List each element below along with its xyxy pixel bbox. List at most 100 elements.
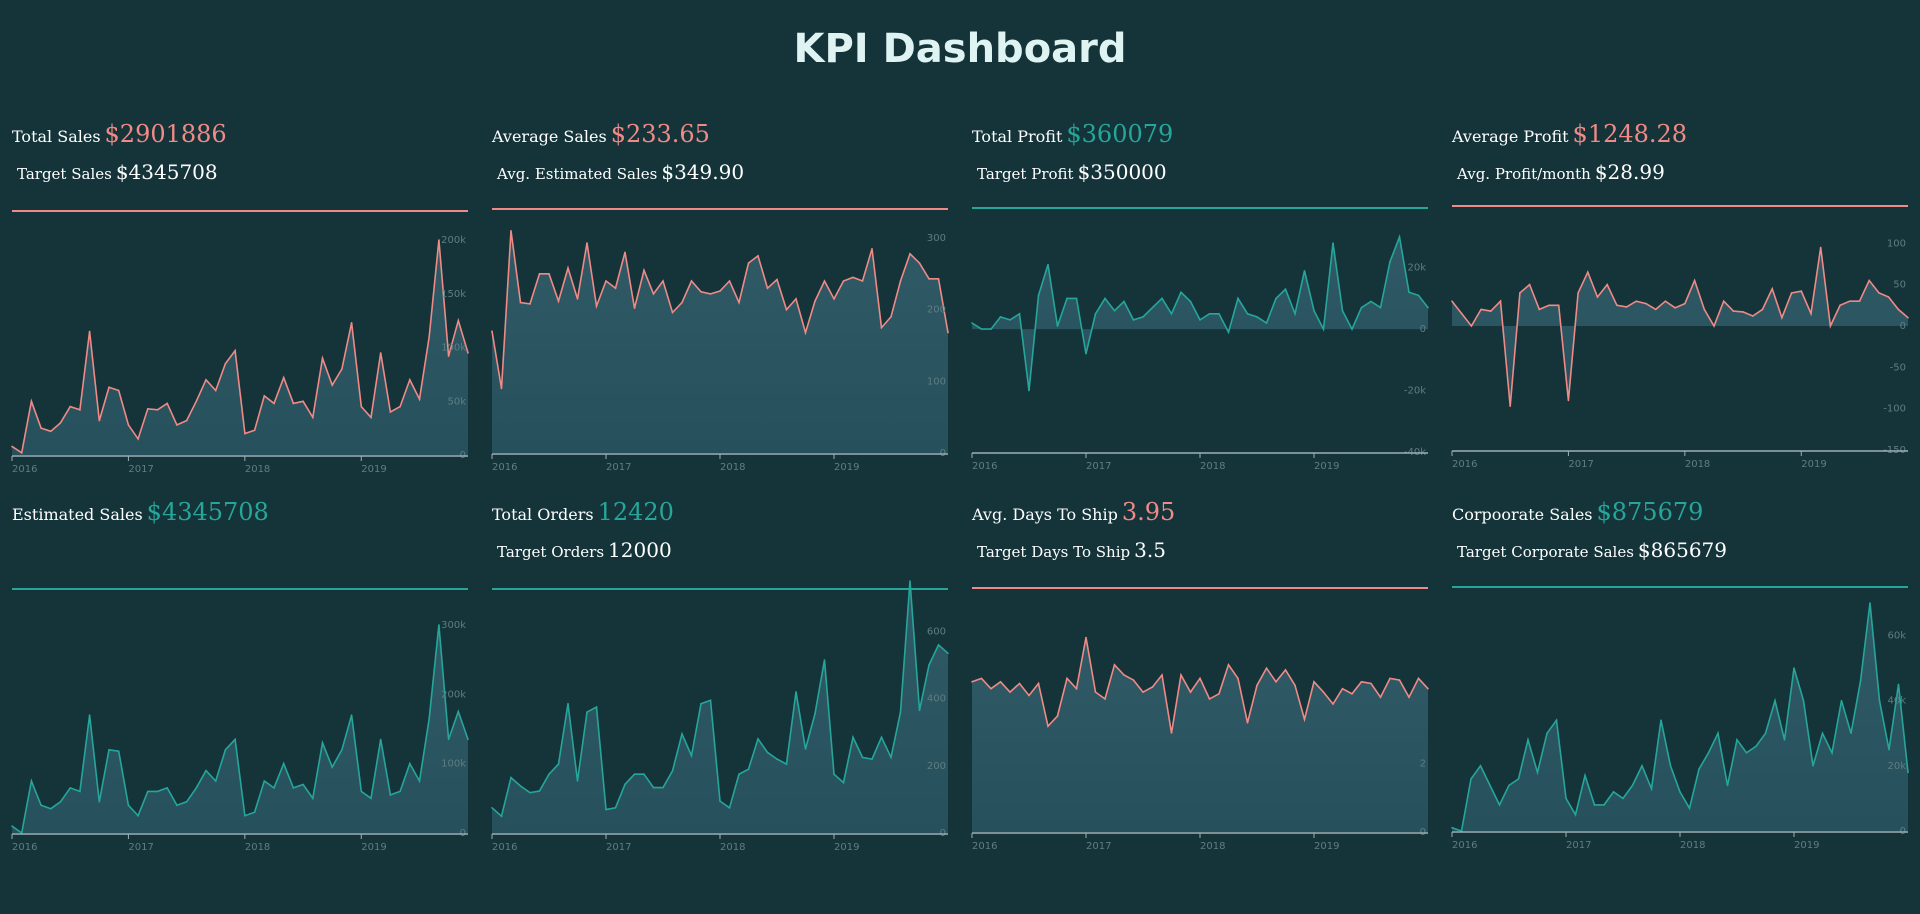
data-point — [538, 273, 541, 275]
data-point — [234, 738, 236, 741]
data-point — [1742, 311, 1744, 313]
data-point — [302, 400, 304, 403]
data-point — [510, 230, 512, 232]
data-point — [127, 424, 130, 426]
data-point — [1332, 703, 1334, 705]
data-point — [1389, 677, 1391, 680]
data-point — [176, 804, 178, 807]
data-point — [1878, 699, 1881, 702]
data-point — [999, 681, 1002, 683]
data-point — [861, 756, 864, 759]
area-chart: 020k40k60k2016201720182019 — [1451, 602, 1909, 851]
x-tick-label: 2017 — [1568, 459, 1593, 470]
data-point — [1066, 297, 1068, 300]
data-point — [370, 416, 372, 419]
data-point — [1246, 313, 1249, 315]
data-point — [1322, 691, 1325, 693]
data-point — [1451, 300, 1453, 302]
data-point — [1189, 300, 1192, 303]
data-point — [605, 280, 607, 282]
data-point — [823, 659, 826, 661]
data-point — [1322, 328, 1325, 330]
data-point — [428, 717, 431, 720]
data-point — [1037, 294, 1040, 297]
x-tick-label: 2019 — [1314, 841, 1339, 852]
data-point — [1451, 826, 1453, 829]
data-point — [700, 702, 702, 705]
x-tick-label: 2017 — [1566, 840, 1591, 851]
data-point — [990, 328, 992, 330]
data-point — [1698, 768, 1700, 770]
data-point — [1351, 693, 1353, 695]
data-point — [785, 308, 788, 311]
data-point — [1669, 765, 1672, 767]
data-point — [1650, 787, 1653, 790]
data-point — [567, 267, 569, 269]
data-point — [947, 652, 949, 655]
data-point — [529, 791, 531, 794]
x-tick-label: 2017 — [1086, 841, 1111, 852]
kpi-divider — [492, 208, 948, 210]
data-point — [98, 801, 101, 803]
data-point — [971, 681, 973, 683]
data-point — [1781, 316, 1783, 319]
data-point — [757, 738, 759, 740]
kpi-target-label: Target Days To Ship — [977, 543, 1131, 561]
data-point — [1151, 306, 1154, 309]
data-point — [1313, 681, 1315, 683]
kpi-target-value: 12000 — [608, 538, 672, 562]
data-point — [1351, 328, 1353, 330]
data-point — [418, 398, 421, 400]
data-point — [360, 405, 363, 408]
series-area — [12, 624, 468, 833]
data-point — [30, 400, 33, 403]
data-point — [709, 699, 712, 702]
data-point — [880, 736, 883, 739]
data-point — [1622, 797, 1624, 800]
kpi-target-value: $865679 — [1637, 538, 1727, 562]
data-point — [1284, 669, 1287, 671]
data-point — [379, 738, 382, 741]
x-tick-label: 2019 — [1314, 461, 1339, 472]
data-point — [263, 395, 266, 397]
data-point — [1370, 682, 1372, 685]
data-point — [20, 452, 23, 454]
data-point — [50, 807, 52, 810]
data-point — [1028, 694, 1030, 697]
data-point — [1180, 291, 1182, 294]
data-point — [1829, 325, 1832, 327]
data-point — [195, 787, 198, 789]
data-point — [1303, 270, 1306, 272]
data-point — [302, 783, 304, 786]
data-point — [117, 389, 120, 392]
data-point — [428, 335, 431, 338]
data-point — [633, 307, 636, 309]
kpi-target-value: $4345708 — [115, 160, 218, 184]
data-point — [909, 580, 911, 582]
data-point — [852, 736, 854, 739]
kpi-primary: Average Profit $1248.28 — [1452, 120, 1687, 148]
kpi-primary: Avg. Days To Ship 3.95 — [972, 498, 1175, 526]
series-area — [492, 230, 948, 453]
data-point — [1379, 306, 1382, 309]
data-point — [1574, 813, 1577, 816]
data-point — [1707, 752, 1710, 754]
data-point — [1313, 309, 1315, 312]
data-point — [1256, 316, 1258, 318]
data-point — [40, 427, 42, 429]
kpi-divider — [12, 210, 468, 212]
data-point — [137, 438, 139, 440]
data-point — [341, 368, 343, 370]
data-point — [1479, 765, 1482, 767]
data-point — [1519, 292, 1521, 294]
data-point — [1528, 283, 1531, 286]
data-point — [59, 422, 62, 424]
data-point — [776, 278, 778, 281]
y-tick-label: 200 — [927, 305, 946, 316]
data-point — [1161, 297, 1163, 300]
x-tick-label: 2017 — [606, 462, 631, 473]
data-point — [738, 773, 740, 775]
data-point — [1752, 315, 1754, 317]
data-point — [30, 780, 33, 782]
data-point — [980, 677, 983, 680]
